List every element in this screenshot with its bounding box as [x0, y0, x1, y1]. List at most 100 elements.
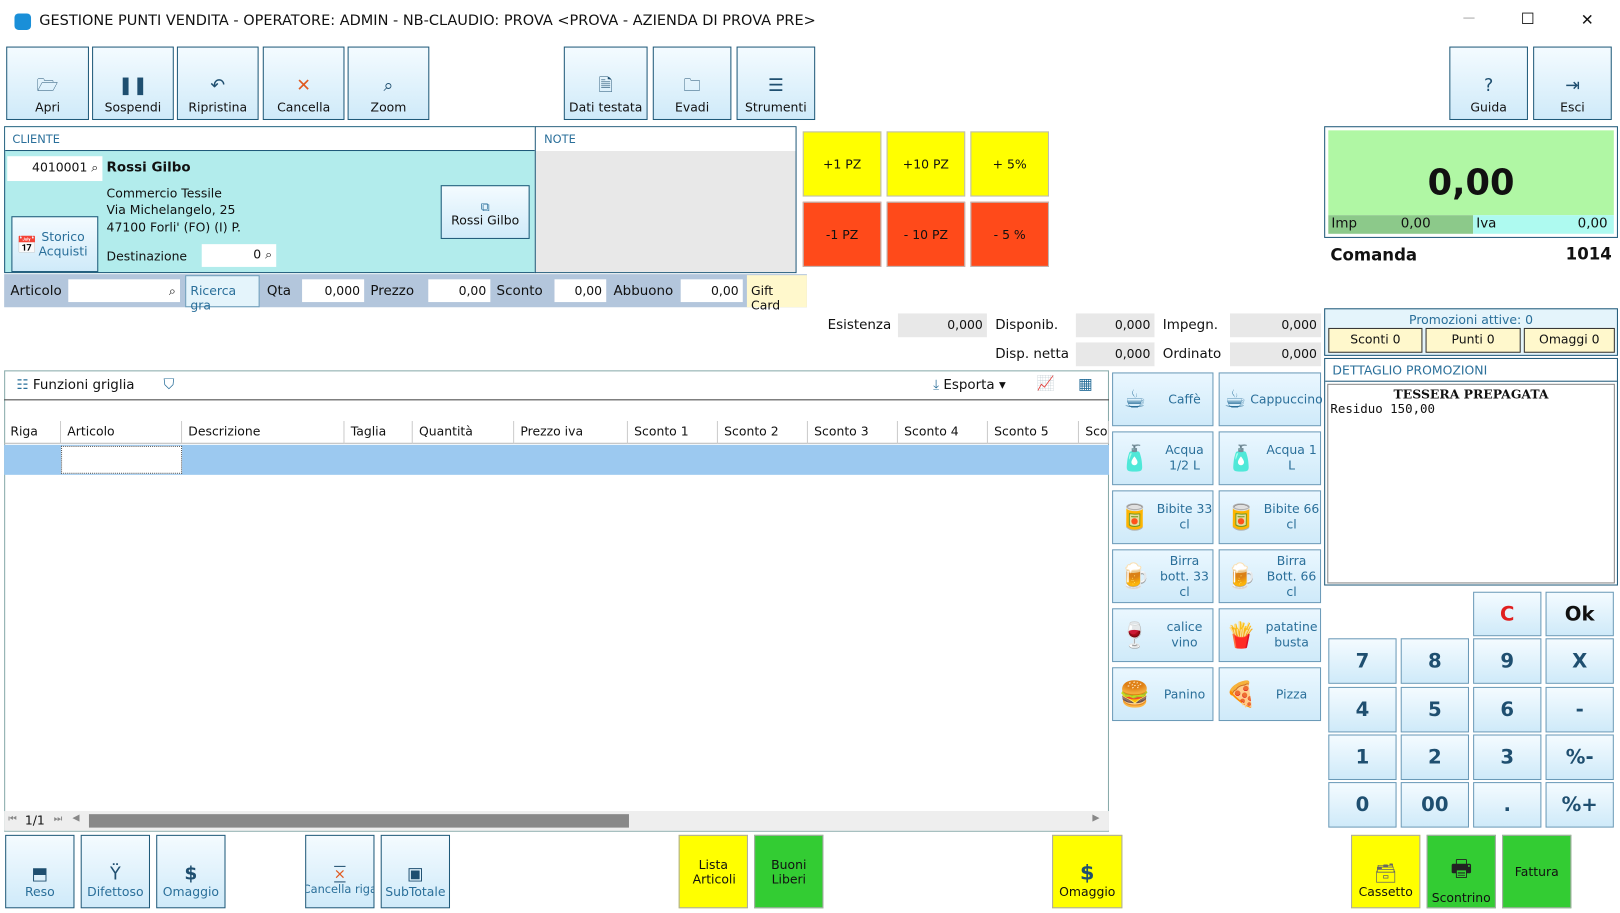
- destinazione-input[interactable]: 0 ⌕: [201, 244, 277, 267]
- toolbar-button-evadi[interactable]: 🗀 Evadi: [652, 46, 732, 121]
- gift-card-button[interactable]: Gift Card: [746, 275, 807, 312]
- toolbar-button-apri[interactable]: 🗁 Apri: [6, 46, 89, 121]
- buoni-liberi-button[interactable]: Buoni Liberi: [754, 834, 824, 909]
- keypad-key[interactable]: 1: [1328, 734, 1397, 781]
- column-header[interactable]: Riga: [4, 421, 62, 444]
- column-header[interactable]: Scon: [1078, 421, 1109, 444]
- quick-button-0[interactable]: +1 PZ: [802, 131, 882, 197]
- esporta-button[interactable]: ⤓ Esporta ▾: [933, 378, 1006, 394]
- toolbar-button-guida[interactable]: ? Guida: [1449, 46, 1528, 121]
- keypad-key[interactable]: 8: [1400, 638, 1469, 684]
- last-page-icon[interactable]: ⏭: [54, 814, 62, 824]
- omaggi-button[interactable]: Omaggi 0: [1523, 327, 1615, 353]
- toolbar-button-dati-testata[interactable]: 🗎 Dati testata: [563, 46, 648, 121]
- column-header[interactable]: Sconto 3: [807, 421, 898, 444]
- column-header[interactable]: Sconto 1: [627, 421, 718, 444]
- keypad-key[interactable]: %+: [1545, 782, 1614, 828]
- difettoso-button[interactable]: Ÿ Difettoso: [80, 834, 151, 909]
- omaggio-button[interactable]: $ Omaggio: [156, 834, 226, 909]
- horizontal-scrollbar[interactable]: ⏮ 1/1 ⏭ ◀ ▶: [4, 811, 1109, 831]
- minimize-button[interactable]: —: [1463, 10, 1475, 24]
- cassetto-button[interactable]: 🗃 Cassetto: [1351, 834, 1421, 909]
- keypad-key[interactable]: .: [1473, 782, 1542, 828]
- sconti-button[interactable]: Sconti 0: [1328, 327, 1423, 353]
- close-button[interactable]: ✕: [1581, 10, 1594, 29]
- ricerca-grafica-button[interactable]: Ricerca gra: [185, 275, 260, 312]
- column-header[interactable]: Articolo: [61, 421, 183, 444]
- first-page-icon[interactable]: ⏮: [8, 814, 16, 824]
- product-button[interactable]: 🍟 patatine busta: [1218, 608, 1322, 663]
- product-button[interactable]: 🍷 calice vino: [1112, 608, 1214, 663]
- product-button[interactable]: 🥫 Bibite 66 cl: [1218, 490, 1322, 545]
- keypad-key[interactable]: 9: [1473, 638, 1542, 684]
- column-header[interactable]: Sconto 2: [717, 421, 808, 444]
- product-button[interactable]: 🍔 Panino: [1112, 667, 1214, 722]
- reso-button[interactable]: ⬒ Reso: [5, 834, 75, 909]
- keypad-key[interactable]: 7: [1328, 638, 1397, 684]
- note-textarea[interactable]: [535, 151, 796, 273]
- quick-button-1[interactable]: +10 PZ: [886, 131, 966, 197]
- articolo-cell-editor[interactable]: [61, 445, 183, 474]
- subtotale-button[interactable]: ▣ SubTotale: [380, 834, 451, 909]
- keypad-key[interactable]: 00: [1400, 782, 1469, 828]
- column-header[interactable]: Descrizione: [182, 421, 345, 444]
- keypad-key[interactable]: 4: [1328, 686, 1397, 733]
- scroll-left-icon[interactable]: ◀: [72, 813, 79, 823]
- toolbar-button-cancella[interactable]: ✕ Cancella: [262, 46, 345, 121]
- keypad-key[interactable]: 6: [1473, 686, 1542, 733]
- keypad-key[interactable]: -: [1545, 686, 1614, 733]
- chart-icon[interactable]: 📈: [1037, 376, 1055, 393]
- keypad-key[interactable]: X: [1545, 638, 1614, 684]
- product-button[interactable]: ☕ Cappuccino: [1218, 372, 1323, 427]
- product-button[interactable]: 🧴 Acqua 1 L: [1218, 431, 1322, 486]
- keypad-key[interactable]: Ok: [1545, 591, 1614, 637]
- product-button[interactable]: 🍺 Birra Bott. 66 cl: [1218, 549, 1322, 604]
- keypad-key[interactable]: 0: [1328, 782, 1397, 828]
- lista-articoli-button[interactable]: Lista Articoli: [678, 834, 748, 909]
- keypad-key[interactable]: %-: [1545, 734, 1614, 781]
- column-header[interactable]: Prezzo iva: [514, 421, 628, 444]
- funzioni-griglia-button[interactable]: ☷ Funzioni griglia: [17, 378, 135, 394]
- product-button[interactable]: 🥫 Bibite 33 cl: [1112, 490, 1214, 545]
- product-button[interactable]: ☕ Caffè: [1112, 372, 1214, 427]
- keypad-label: 7: [1355, 649, 1370, 673]
- quick-button-2[interactable]: + 5%: [970, 131, 1049, 197]
- keypad-key[interactable]: C: [1473, 591, 1542, 637]
- column-header[interactable]: Sconto 5: [987, 421, 1079, 444]
- keypad-key[interactable]: 2: [1400, 734, 1469, 781]
- keypad-key[interactable]: 5: [1400, 686, 1469, 733]
- omaggio-totale-button[interactable]: $ Omaggio: [1052, 834, 1123, 909]
- prezzo-input[interactable]: 0,00: [428, 279, 491, 303]
- product-button[interactable]: 🍺 Birra bott. 33 cl: [1112, 549, 1214, 604]
- column-header[interactable]: Sconto 4: [897, 421, 988, 444]
- scrollbar-thumb[interactable]: [88, 814, 629, 828]
- grid-view-icon[interactable]: ▦: [1078, 374, 1093, 393]
- keypad-key[interactable]: 3: [1473, 734, 1542, 781]
- storico-acquisti-button[interactable]: 📅 Storico Acquisti: [11, 216, 99, 273]
- quick-button-5[interactable]: - 5 %: [970, 201, 1049, 267]
- cliente-code-input[interactable]: 4010001 ⌕: [7, 156, 103, 182]
- quick-button-3[interactable]: -1 PZ: [802, 201, 882, 267]
- scontrino-button[interactable]: 🖶 Scontrino: [1426, 834, 1496, 909]
- column-header[interactable]: Taglia: [344, 421, 413, 444]
- qta-input[interactable]: 0,000: [302, 279, 365, 303]
- punti-button[interactable]: Punti 0: [1425, 327, 1521, 353]
- toolbar-button-esci[interactable]: ⇥ Esci: [1533, 46, 1612, 121]
- product-button[interactable]: 🍕 Pizza: [1218, 667, 1322, 722]
- scroll-right-icon[interactable]: ▶: [1092, 813, 1099, 823]
- cliente-card-button[interactable]: ⧉ Rossi Gilbo: [440, 185, 530, 239]
- quick-button-4[interactable]: - 10 PZ: [886, 201, 966, 267]
- articolo-input[interactable]: ⌕: [68, 279, 181, 303]
- sconto-input[interactable]: 0,00: [554, 279, 607, 303]
- toolbar-button-strumenti[interactable]: ☰ Strumenti: [736, 46, 816, 121]
- filter-icon[interactable]: ⛉: [163, 377, 174, 394]
- fattura-button[interactable]: Fattura: [1502, 834, 1572, 909]
- toolbar-button-sospendi[interactable]: ❚❚ Sospendi: [92, 46, 174, 121]
- cancella-riga-button[interactable]: × Cancella riga: [305, 834, 375, 909]
- toolbar-button-zoom[interactable]: ⌕ Zoom: [347, 46, 430, 121]
- column-header[interactable]: Quantità: [412, 421, 515, 444]
- product-button[interactable]: 🧴 Acqua 1/2 L: [1112, 431, 1214, 486]
- maximize-button[interactable]: ☐: [1521, 9, 1535, 28]
- toolbar-button-ripristina[interactable]: ↶ Ripristina: [176, 46, 259, 121]
- abbuono-input[interactable]: 0,00: [680, 279, 743, 303]
